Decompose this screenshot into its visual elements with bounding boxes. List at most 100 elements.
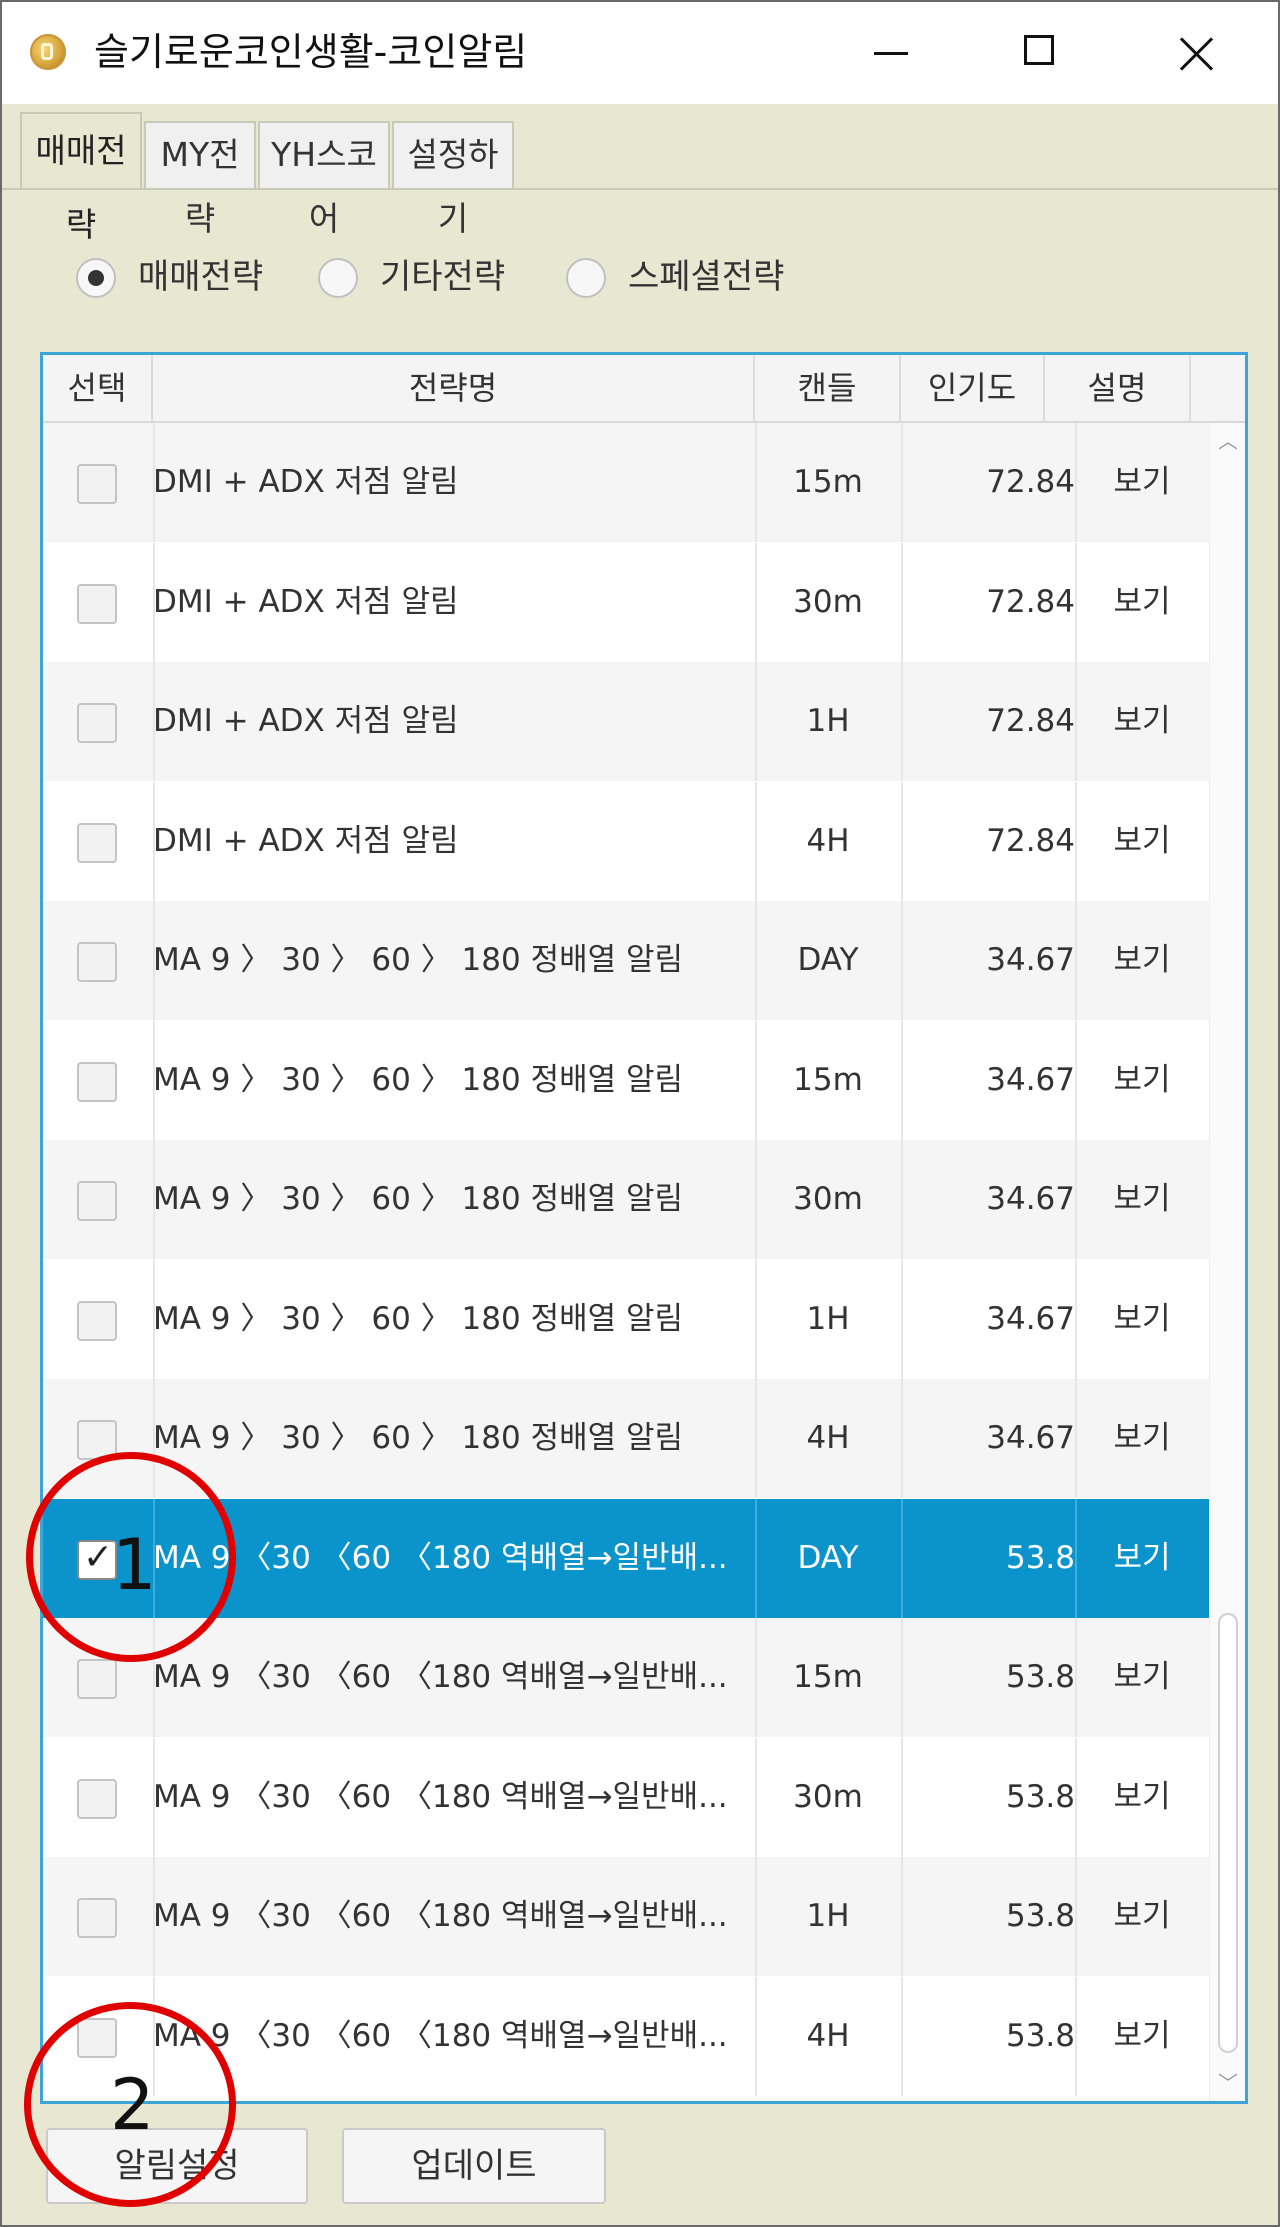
scroll-thumb[interactable] [1218, 1613, 1238, 2053]
table-row[interactable]: DMI + ADX 저점 알림 15m 72.84 보기 [43, 423, 1209, 542]
annotation-number-2: 2 [110, 2064, 155, 2146]
row-checkbox[interactable] [77, 1062, 117, 1102]
view-description-link[interactable]: 보기 [1075, 1977, 1209, 2096]
popularity-cell: 53.8 [1005, 1540, 1075, 1576]
popularity-cell: 72.84 [986, 703, 1075, 739]
strategy-name-cell: MA 9 〉 30 〉 60 〉 180 정배열 알림 [153, 1301, 684, 1337]
popularity-cell: 53.8 [1005, 1898, 1075, 1934]
popularity-cell: 53.8 [1005, 1659, 1075, 1695]
header-description[interactable]: 설명 [1045, 355, 1191, 421]
scroll-down-icon[interactable]: ﹀ [1210, 2065, 1245, 2101]
table-row[interactable]: MA 9 〉 30 〉 60 〉 180 정배열 알림 4H 34.67 보기 [43, 1379, 1209, 1498]
grid-header: 선택 전략명 캔들 인기도 설명 [43, 355, 1245, 423]
strategy-name-cell: MA 9 〈30 〈60 〈180 역배열→일반배... [153, 1540, 728, 1576]
table-row[interactable]: MA 9 〈30 〈60 〈180 역배열→일반배... 15m 53.8 보기 [43, 1618, 1209, 1737]
maximize-icon[interactable] [967, 2, 1117, 104]
view-description-link[interactable]: 보기 [1075, 1260, 1209, 1379]
candle-cell: 15m [793, 1659, 863, 1695]
table-row[interactable]: MA 9 〉 30 〉 60 〉 180 정배열 알림 DAY 34.67 보기 [43, 901, 1209, 1020]
table-row[interactable]: DMI + ADX 저점 알림 4H 72.84 보기 [43, 782, 1209, 901]
popularity-cell: 72.84 [986, 584, 1075, 620]
radio-circle[interactable] [318, 258, 358, 298]
strategy-name-cell: MA 9 〈30 〈60 〈180 역배열→일반배... [153, 1779, 728, 1815]
view-description-link[interactable]: 보기 [1075, 901, 1209, 1020]
radio-other-strategy[interactable]: 기타전략 [318, 242, 528, 312]
scroll-up-icon[interactable]: ︿ [1210, 423, 1245, 459]
header-strategy-name[interactable]: 전략명 [153, 355, 755, 421]
header-select[interactable]: 선택 [43, 355, 153, 421]
view-description-link[interactable]: 보기 [1075, 423, 1209, 542]
tab-yh-score[interactable]: YH스코어 [258, 121, 390, 238]
popularity-cell: 34.67 [986, 1181, 1075, 1217]
table-row[interactable]: MA 9 〉 30 〉 60 〉 180 정배열 알림 15m 34.67 보기 [43, 1021, 1209, 1140]
strategy-name-cell: DMI + ADX 저점 알림 [153, 464, 459, 500]
row-checkbox[interactable] [77, 1659, 117, 1699]
view-description-link[interactable]: 보기 [1075, 543, 1209, 662]
view-description-link[interactable]: 보기 [1075, 782, 1209, 901]
view-description-link[interactable]: 보기 [1075, 1021, 1209, 1140]
title-bar: 슬기로운코인생활-코인알림 [2, 2, 1278, 104]
view-description-link[interactable]: 보기 [1075, 662, 1209, 781]
popularity-cell: 34.67 [986, 1301, 1075, 1337]
row-checkbox[interactable] [77, 1779, 117, 1819]
minimize-icon[interactable] [817, 2, 967, 104]
row-checkbox[interactable] [77, 942, 117, 982]
candle-cell: 1H [806, 703, 850, 739]
popularity-cell: 34.67 [986, 1062, 1075, 1098]
header-candle[interactable]: 캔들 [755, 355, 901, 421]
popularity-cell: 72.84 [986, 464, 1075, 500]
candle-cell: 4H [806, 2018, 850, 2054]
strategy-grid: 선택 전략명 캔들 인기도 설명 DMI + ADX 저점 알림 15m 72.84… [40, 352, 1248, 2104]
candle-cell: 30m [793, 1181, 863, 1217]
popularity-cell: 53.8 [1005, 2018, 1075, 2054]
view-description-link[interactable]: 보기 [1075, 1857, 1209, 1976]
strategy-name-cell: DMI + ADX 저점 알림 [153, 584, 459, 620]
tab-divider [2, 188, 1278, 190]
candle-cell: 30m [793, 584, 863, 620]
update-button[interactable]: 업데이트 [342, 2128, 606, 2204]
window-title: 슬기로운코인생활-코인알림 [94, 30, 528, 74]
close-icon[interactable] [1117, 2, 1267, 104]
table-row[interactable]: DMI + ADX 저점 알림 30m 72.84 보기 [43, 543, 1209, 662]
strategy-name-cell: MA 9 〉 30 〉 60 〉 180 정배열 알림 [153, 942, 684, 978]
tab-settings[interactable]: 설정하기 [392, 121, 514, 238]
row-checkbox[interactable] [77, 464, 117, 504]
row-checkbox[interactable] [77, 584, 117, 624]
candle-cell: 15m [793, 1062, 863, 1098]
table-row[interactable]: MA 9 〈30 〈60 〈180 역배열→일반배... 1H 53.8 보기 [43, 1857, 1209, 1976]
app-window: 슬기로운코인생활-코인알림 매매전략 MY전략 YH스코어 설정하기 매매전략 … [0, 0, 1280, 2227]
vertical-scrollbar[interactable]: ︿ ﹀ [1209, 423, 1245, 2101]
row-checkbox[interactable] [77, 1181, 117, 1221]
view-description-link[interactable]: 보기 [1075, 1499, 1209, 1618]
row-checkbox[interactable] [77, 1301, 117, 1341]
row-checkbox[interactable] [77, 1898, 117, 1938]
candle-cell: 4H [806, 823, 850, 859]
row-checkbox[interactable] [77, 823, 117, 863]
table-row[interactable]: MA 9 〉 30 〉 60 〉 180 정배열 알림 1H 34.67 보기 [43, 1260, 1209, 1379]
strategy-name-cell: MA 9 〈30 〈60 〈180 역배열→일반배... [153, 1659, 728, 1695]
radio-special-strategy[interactable]: 스페셜전략 [566, 242, 806, 312]
radio-label: 스페셜전략 [628, 257, 785, 297]
view-description-link[interactable]: 보기 [1075, 1140, 1209, 1259]
popularity-cell: 34.67 [986, 942, 1075, 978]
candle-cell: DAY [797, 1540, 859, 1576]
strategy-name-cell: DMI + ADX 저점 알림 [153, 703, 459, 739]
table-row[interactable]: MA 9 〉 30 〉 60 〉 180 정배열 알림 30m 34.67 보기 [43, 1140, 1209, 1259]
candle-cell: 15m [793, 464, 863, 500]
annotation-number-1: 1 [112, 1524, 157, 1606]
radio-trading-strategy[interactable]: 매매전략 [76, 242, 276, 312]
table-row[interactable]: DMI + ADX 저점 알림 1H 72.84 보기 [43, 662, 1209, 781]
view-description-link[interactable]: 보기 [1075, 1618, 1209, 1737]
row-checkbox[interactable] [77, 703, 117, 743]
popularity-cell: 72.84 [986, 823, 1075, 859]
tab-trading-strategy[interactable]: 매매전략 [20, 112, 142, 244]
popularity-cell: 34.67 [986, 1420, 1075, 1456]
radio-circle[interactable] [566, 258, 606, 298]
view-description-link[interactable]: 보기 [1075, 1379, 1209, 1498]
view-description-link[interactable]: 보기 [1075, 1738, 1209, 1857]
table-row[interactable]: MA 9 〈30 〈60 〈180 역배열→일반배... 30m 53.8 보기 [43, 1738, 1209, 1857]
strategy-name-cell: MA 9 〈30 〈60 〈180 역배열→일반배... [153, 2018, 728, 2054]
radio-circle[interactable] [76, 258, 116, 298]
tab-my-strategy[interactable]: MY전략 [144, 121, 256, 238]
header-popularity[interactable]: 인기도 [901, 355, 1045, 421]
